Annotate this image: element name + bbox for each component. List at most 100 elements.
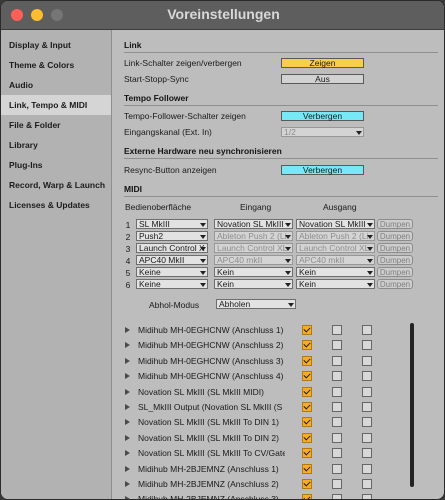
port-option-checkbox[interactable] xyxy=(362,479,372,489)
port-option-checkbox[interactable] xyxy=(302,355,312,366)
port-option-checkbox[interactable] xyxy=(332,355,342,366)
midi-output-dropdown[interactable]: Kein xyxy=(296,279,375,289)
sidebar-item-file-folder[interactable]: File & Folder xyxy=(1,115,111,135)
port-option-checkbox[interactable] xyxy=(332,463,342,474)
sidebar-item-library[interactable]: Library xyxy=(1,135,111,155)
control-surface-dropdown[interactable]: APC40 MkII xyxy=(136,255,208,265)
dump-button[interactable]: Dumpen xyxy=(377,279,413,289)
ports-scrollbar[interactable] xyxy=(410,323,414,487)
dump-button[interactable]: Dumpen xyxy=(377,231,413,241)
port-option-checkbox[interactable] xyxy=(332,432,342,443)
port-option-checkbox[interactable] xyxy=(362,402,372,412)
start-stop-sync-label: Start-Stopp-Sync xyxy=(124,74,189,84)
midi-input-dropdown[interactable]: Kein xyxy=(214,267,293,277)
midi-output-dropdown[interactable]: Novation SL MkIII xyxy=(296,219,375,229)
midi-output-dropdown[interactable]: APC40 mkII xyxy=(296,255,375,265)
expand-triangle-icon[interactable] xyxy=(125,327,130,333)
control-surface-dropdown[interactable]: Keine xyxy=(136,267,208,277)
expand-triangle-icon[interactable] xyxy=(125,496,130,499)
midi-output-dropdown[interactable]: Kein xyxy=(296,267,375,277)
port-option-checkbox[interactable] xyxy=(362,325,372,335)
midi-input-dropdown[interactable]: Launch Control XL xyxy=(214,243,293,253)
midi-port-name: Novation SL MkIII (SL MkIII To DIN 1) xyxy=(138,417,279,428)
port-option-checkbox[interactable] xyxy=(332,340,342,351)
expand-triangle-icon[interactable] xyxy=(125,481,130,487)
midi-output-dropdown[interactable]: Ableton Push 2 (Li xyxy=(296,231,375,241)
takeover-mode-dropdown[interactable]: Abholen xyxy=(216,299,296,309)
midi-input-dropdown[interactable]: Ableton Push 2 (Li xyxy=(214,231,293,241)
port-option-checkbox[interactable] xyxy=(332,371,342,382)
port-option-checkbox[interactable] xyxy=(362,355,372,366)
sidebar-item-audio[interactable]: Audio xyxy=(1,75,111,95)
resync-button[interactable]: Verbergen xyxy=(281,165,364,175)
port-option-checkbox[interactable] xyxy=(362,463,372,474)
sidebar: Display & Input Theme & Colors Audio Lin… xyxy=(1,30,112,499)
port-option-checkbox[interactable] xyxy=(332,448,342,459)
midi-input-dropdown[interactable]: Kein xyxy=(214,279,293,289)
expand-triangle-icon[interactable] xyxy=(125,404,130,410)
sidebar-item-plug-ins[interactable]: Plug-Ins xyxy=(1,155,111,175)
tempo-follower-toggle-button[interactable]: Verbergen xyxy=(281,111,364,121)
port-option-checkbox[interactable] xyxy=(362,448,372,459)
port-option-checkbox[interactable] xyxy=(302,325,312,335)
midi-port-row: Midihub MH-2BJEMNZ (Anschluss 1) xyxy=(113,462,433,477)
port-option-checkbox[interactable] xyxy=(302,417,312,428)
port-option-checkbox[interactable] xyxy=(332,479,342,489)
port-option-checkbox[interactable] xyxy=(362,340,372,351)
midi-input-dropdown[interactable]: Novation SL MkIII xyxy=(214,219,293,229)
sidebar-item-record-warp-launch[interactable]: Record, Warp & Launch xyxy=(1,175,111,195)
sidebar-item-theme-colors[interactable]: Theme & Colors xyxy=(1,55,111,75)
port-option-checkbox[interactable] xyxy=(362,432,372,443)
midi-port-name: Midihub MH-0EGHCNW (Anschluss 2) xyxy=(138,340,284,351)
input-channel-value: 1/2 xyxy=(284,127,296,137)
control-surface-dropdown[interactable]: Keine xyxy=(136,279,208,289)
port-option-checkbox[interactable] xyxy=(302,432,312,443)
expand-triangle-icon[interactable] xyxy=(125,388,130,395)
port-option-checkbox[interactable] xyxy=(302,463,312,474)
port-option-checkbox[interactable] xyxy=(302,479,312,489)
midi-input-value: Launch Control XL xyxy=(217,243,288,253)
preferences-window: Voreinstellungen Display & Input Theme &… xyxy=(0,0,445,500)
midi-port-name: Novation SL MkIII (SL MkIII MIDI) xyxy=(138,386,264,397)
sidebar-item-link-tempo-midi[interactable]: Link, Tempo & MIDI xyxy=(1,95,111,115)
expand-triangle-icon[interactable] xyxy=(125,434,130,441)
port-option-checkbox[interactable] xyxy=(302,402,312,412)
midi-output-dropdown[interactable]: Launch Control XL xyxy=(296,243,375,253)
expand-triangle-icon[interactable] xyxy=(125,419,130,426)
expand-triangle-icon[interactable] xyxy=(125,342,130,349)
dump-button[interactable]: Dumpen xyxy=(377,255,413,265)
port-option-checkbox[interactable] xyxy=(332,494,342,499)
dump-button[interactable]: Dumpen xyxy=(377,267,413,277)
chevron-down-icon xyxy=(285,259,291,263)
midi-input-dropdown[interactable]: APC40 mkII xyxy=(214,255,293,265)
sidebar-item-display-input[interactable]: Display & Input xyxy=(1,35,111,55)
port-option-checkbox[interactable] xyxy=(332,402,342,412)
link-toggle-button[interactable]: Zeigen xyxy=(281,58,364,68)
port-option-checkbox[interactable] xyxy=(302,371,312,382)
port-option-checkbox[interactable] xyxy=(302,386,312,397)
port-option-checkbox[interactable] xyxy=(332,386,342,397)
port-option-checkbox[interactable] xyxy=(362,371,372,382)
expand-triangle-icon[interactable] xyxy=(125,465,130,472)
control-surface-dropdown[interactable]: Launch Control X xyxy=(136,243,208,253)
port-option-checkbox[interactable] xyxy=(362,417,372,428)
start-stop-sync-button[interactable]: Aus xyxy=(281,74,364,84)
port-option-checkbox[interactable] xyxy=(362,386,372,397)
port-option-checkbox[interactable] xyxy=(302,340,312,351)
port-option-checkbox[interactable] xyxy=(302,448,312,459)
dump-button[interactable]: Dumpen xyxy=(377,243,413,253)
control-surface-dropdown[interactable]: Push2 xyxy=(136,231,208,241)
port-option-checkbox[interactable] xyxy=(332,325,342,335)
divider xyxy=(124,196,438,197)
expand-triangle-icon[interactable] xyxy=(125,450,130,457)
dump-button[interactable]: Dumpen xyxy=(377,219,413,229)
port-option-checkbox[interactable] xyxy=(302,494,312,499)
control-surface-dropdown[interactable]: SL MkIII xyxy=(136,219,208,229)
sidebar-item-licenses-updates[interactable]: Licenses & Updates xyxy=(1,195,111,215)
control-surface-value: APC40 MkII xyxy=(139,255,185,265)
expand-triangle-icon[interactable] xyxy=(125,357,130,364)
input-channel-dropdown[interactable]: 1/2 xyxy=(281,127,364,137)
expand-triangle-icon[interactable] xyxy=(125,373,130,380)
port-option-checkbox[interactable] xyxy=(362,494,372,499)
port-option-checkbox[interactable] xyxy=(332,417,342,428)
